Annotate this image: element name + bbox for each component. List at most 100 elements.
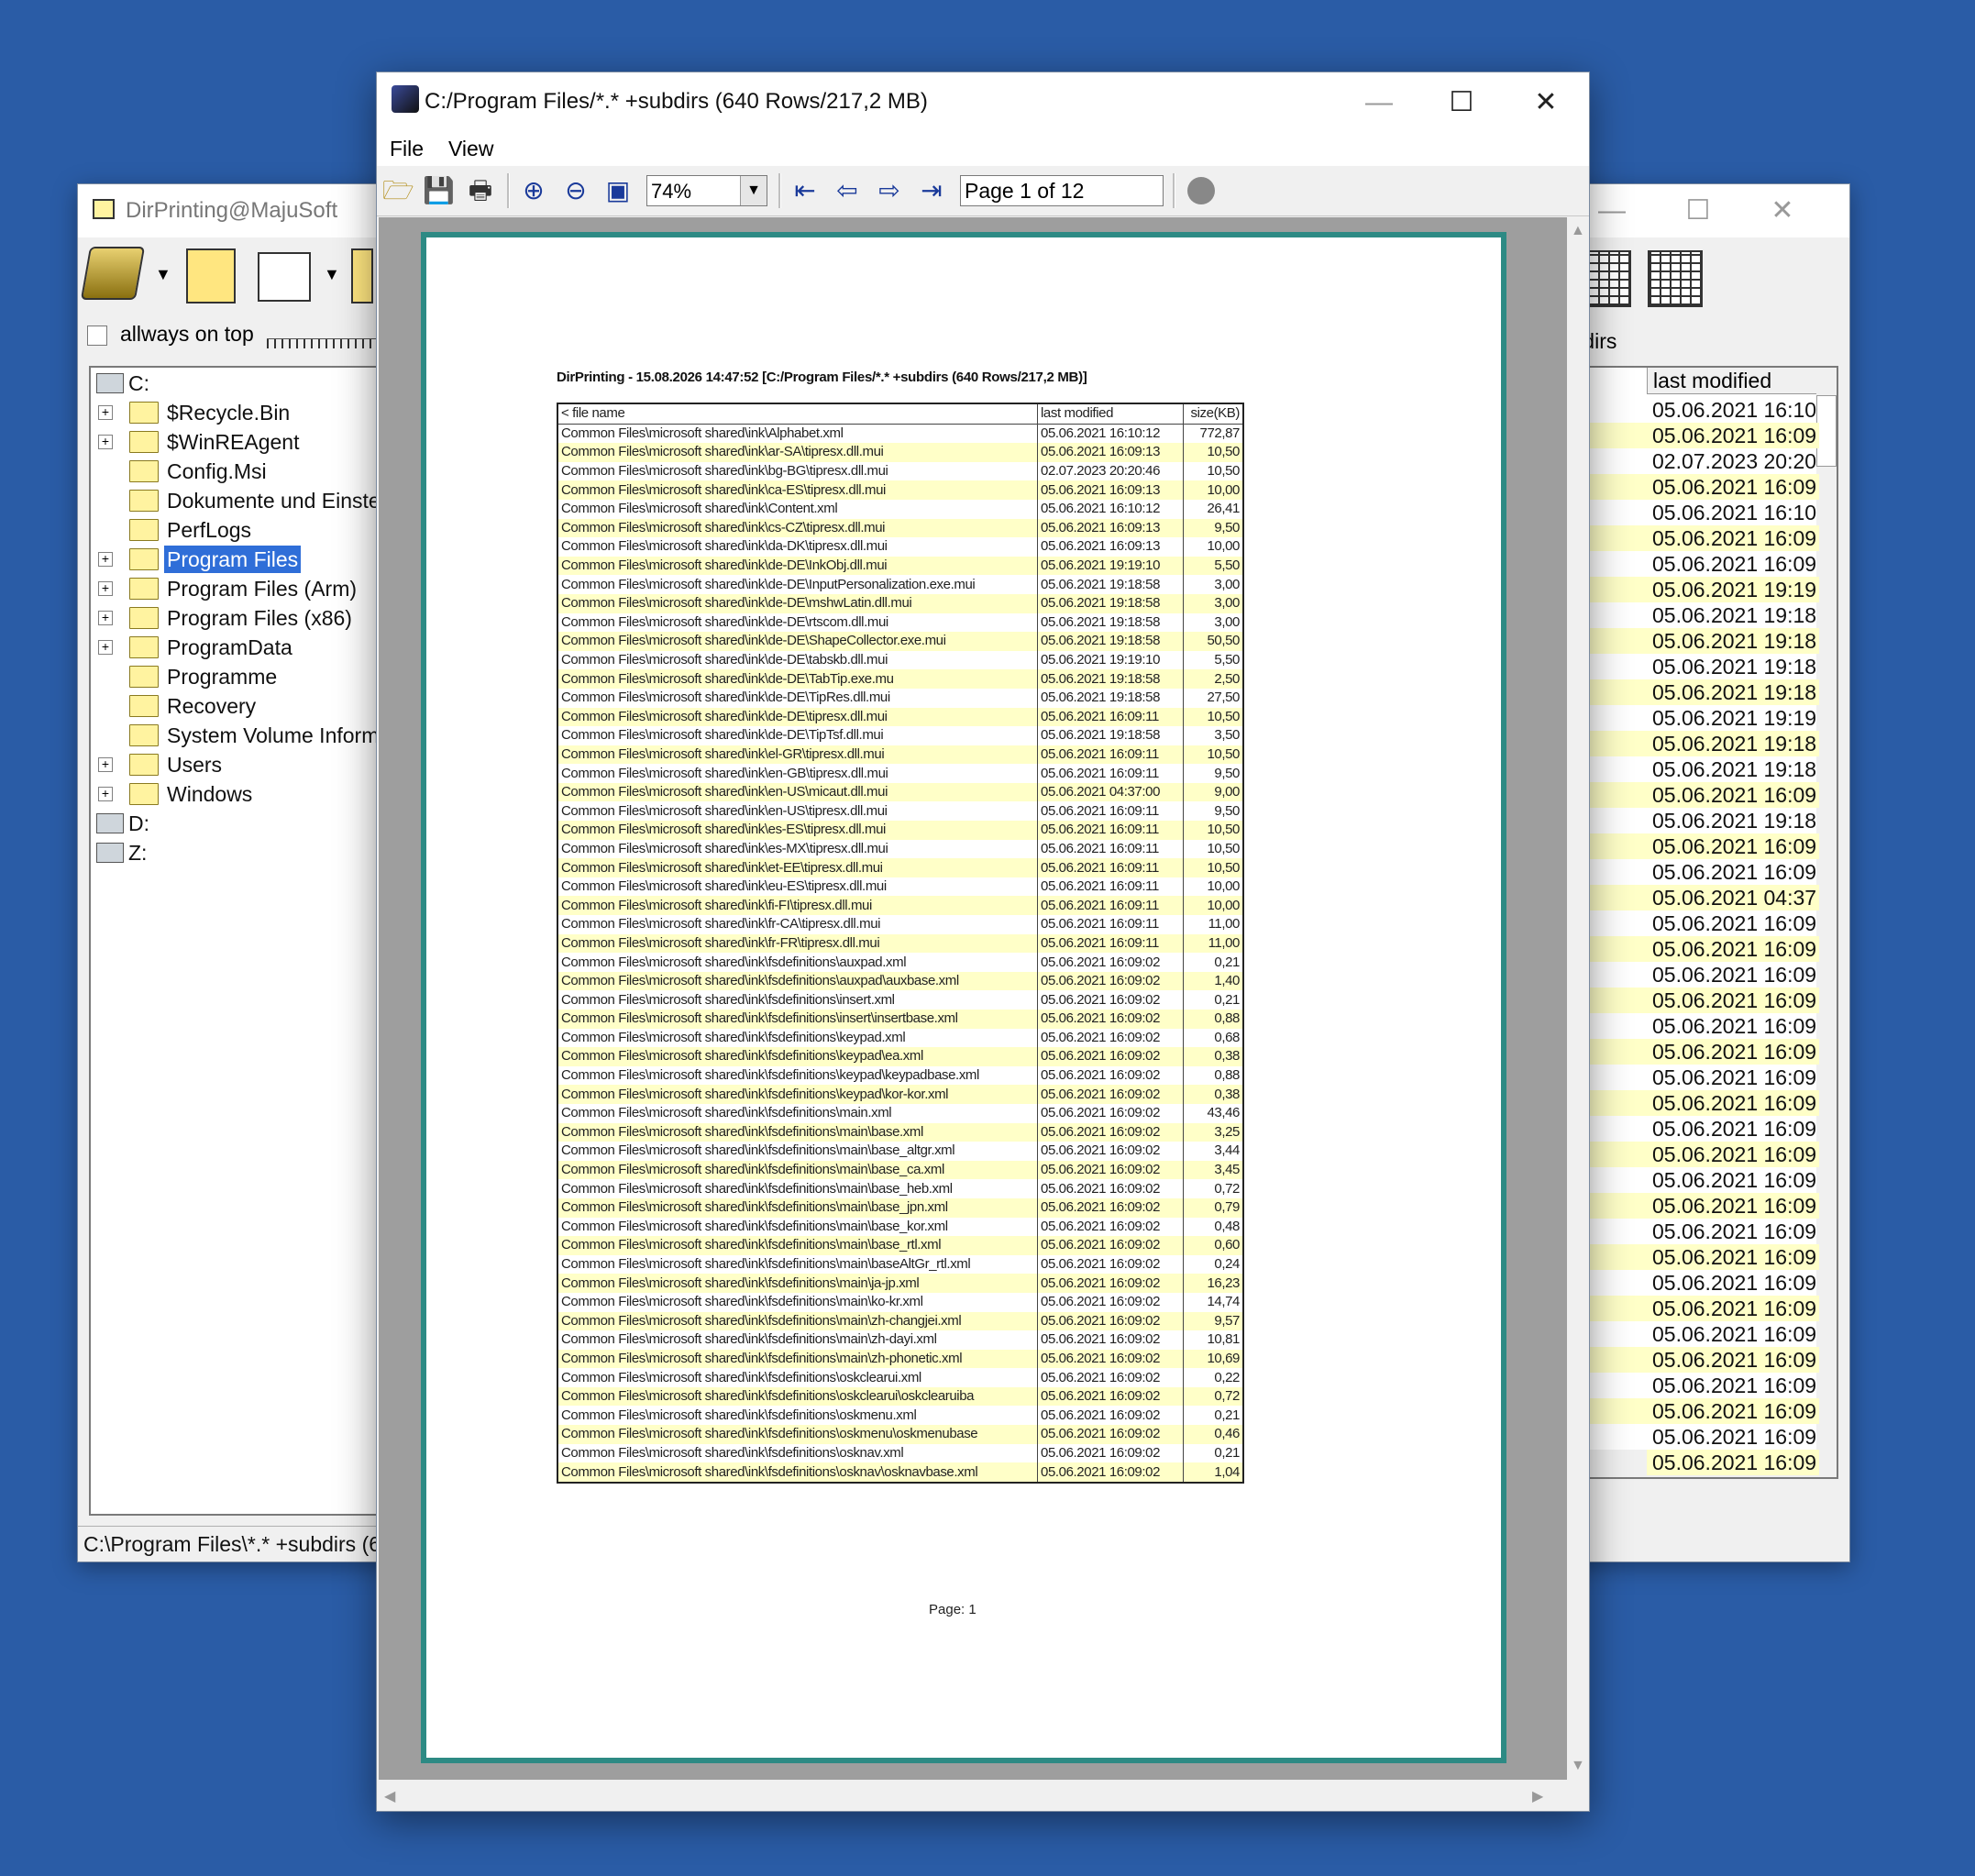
menu-file[interactable]: File	[390, 137, 424, 161]
expand-icon[interactable]: +	[98, 581, 113, 596]
list-item[interactable]: 05.06.2021 16:09	[1647, 1039, 1819, 1065]
list-item[interactable]: 05.06.2021 19:18	[1647, 628, 1819, 654]
expand-icon[interactable]: +	[98, 640, 113, 655]
previous-page-icon[interactable]: ⇦	[832, 175, 863, 206]
grid-fine-view-icon[interactable]	[1648, 250, 1703, 307]
list-item[interactable]: 05.06.2021 19:19	[1647, 577, 1819, 602]
maximize-button[interactable]: ☐	[1657, 184, 1739, 237]
expand-icon[interactable]: +	[98, 552, 113, 567]
list-item[interactable]: 05.06.2021 16:09	[1647, 551, 1819, 577]
close-button[interactable]: ✕	[1505, 76, 1587, 129]
cell-last-modified: 05.06.2021 16:09:11	[1037, 933, 1184, 954]
list-item[interactable]: 05.06.2021 16:09	[1647, 474, 1819, 500]
layout-icon[interactable]	[258, 252, 311, 302]
list-item[interactable]: 05.06.2021 16:09	[1647, 1013, 1819, 1039]
chevron-down-icon[interactable]: ▼	[740, 176, 767, 205]
table-row: Common Files\microsoft shared\ink\de-DE\…	[557, 593, 1243, 613]
list-item[interactable]: 05.06.2021 16:09	[1647, 1065, 1819, 1090]
minimize-button[interactable]: —	[1338, 76, 1420, 129]
list-item[interactable]: 02.07.2023 20:20	[1647, 448, 1819, 474]
list-item[interactable]: 05.06.2021 19:18	[1647, 808, 1819, 833]
list-item[interactable]: 05.06.2021 16:09	[1647, 910, 1819, 936]
last-page-icon[interactable]: ⇥	[916, 175, 947, 206]
expand-icon[interactable]: +	[98, 611, 113, 625]
printer-icon[interactable]	[80, 247, 146, 300]
zoom-select[interactable]: 74% ▼	[646, 175, 767, 206]
dropdown-arrow-icon[interactable]: ▼	[155, 265, 171, 284]
list-item[interactable]: 05.06.2021 16:10	[1647, 397, 1819, 423]
edit-list-icon[interactable]	[186, 248, 236, 303]
preview-horizontal-scrollbar[interactable]: ◀ ▶	[377, 1780, 1589, 1811]
list-item[interactable]: 05.06.2021 16:09	[1647, 782, 1819, 808]
list-item[interactable]: 05.06.2021 16:09	[1647, 1347, 1819, 1373]
zoom-out-icon[interactable]: ⊖	[560, 175, 591, 206]
list-item[interactable]: 05.06.2021 16:09	[1647, 833, 1819, 859]
cell-file-name: Common Files\microsoft shared\ink\fsdefi…	[557, 1010, 1038, 1029]
expand-icon[interactable]: +	[98, 787, 113, 801]
save-icon[interactable]: 💾	[423, 175, 455, 206]
vertical-scrollbar[interactable]	[1816, 368, 1837, 1477]
list-item[interactable]: 05.06.2021 16:09	[1647, 1321, 1819, 1347]
list-item[interactable]: 05.06.2021 16:09	[1647, 1167, 1819, 1193]
list-item[interactable]: 05.06.2021 16:09	[1647, 423, 1819, 448]
preview-viewport[interactable]: DirPrinting - 15.08.2026 14:47:52 [C:/Pr…	[379, 217, 1567, 1780]
list-item[interactable]: 05.06.2021 19:18	[1647, 756, 1819, 782]
list-item[interactable]: 05.06.2021 16:09	[1647, 1373, 1819, 1398]
cell-file-name: Common Files\microsoft shared\ink\fsdefi…	[557, 1122, 1038, 1142]
expand-icon[interactable]: +	[98, 435, 113, 449]
list-item[interactable]: 05.06.2021 19:18	[1647, 679, 1819, 705]
maximize-button[interactable]: ☐	[1420, 76, 1503, 129]
list-item[interactable]: 05.06.2021 19:19	[1647, 705, 1819, 731]
expand-icon[interactable]: +	[98, 405, 113, 420]
list-item[interactable]: 05.06.2021 16:09	[1647, 1244, 1819, 1270]
list-item[interactable]: 05.06.2021 16:09	[1647, 1219, 1819, 1244]
list-item[interactable]: 05.06.2021 16:09	[1647, 1142, 1819, 1167]
column-header-last-modified[interactable]: last modified	[1647, 368, 1820, 394]
next-page-icon[interactable]: ⇨	[874, 175, 905, 206]
open-folder-icon[interactable]: 🗁	[382, 175, 414, 206]
list-item[interactable]: 05.06.2021 16:09	[1647, 1398, 1819, 1424]
list-item[interactable]: 05.06.2021 16:09	[1647, 936, 1819, 962]
first-page-icon[interactable]: ⇤	[789, 175, 821, 206]
page-icon[interactable]	[351, 248, 373, 303]
menu-view[interactable]: View	[448, 137, 493, 161]
list-item[interactable]: 05.06.2021 04:37	[1647, 885, 1819, 910]
list-item[interactable]: 05.06.2021 16:09	[1647, 859, 1819, 885]
list-item[interactable]: 05.06.2021 16:09	[1647, 1116, 1819, 1142]
table-row: Common Files\microsoft shared\ink\ar-SA\…	[557, 443, 1243, 462]
toolbar-separator	[1173, 173, 1175, 208]
always-on-top-checkbox[interactable]	[87, 326, 107, 346]
cell-size: 5,50	[1183, 556, 1243, 576]
list-item[interactable]: 05.06.2021 16:09	[1647, 1090, 1819, 1116]
list-item[interactable]: 05.06.2021 16:09	[1647, 1296, 1819, 1321]
fit-page-icon[interactable]: ▣	[602, 175, 634, 206]
stop-icon[interactable]	[1187, 177, 1215, 204]
close-button[interactable]: ✕	[1741, 184, 1824, 237]
list-item[interactable]: 05.06.2021 19:18	[1647, 731, 1819, 756]
list-item[interactable]: 05.06.2021 16:10	[1647, 500, 1819, 525]
list-item[interactable]: 05.06.2021 19:18	[1647, 654, 1819, 679]
preview-vertical-scrollbar[interactable]: ▲ ▼	[1567, 217, 1589, 1780]
scroll-left-arrow-icon[interactable]: ◀	[384, 1787, 395, 1805]
list-item[interactable]: 05.06.2021 16:09	[1647, 1270, 1819, 1296]
cell-file-name: Common Files\microsoft shared\ink\ca-ES\…	[557, 480, 1038, 500]
scroll-down-arrow-icon[interactable]: ▼	[1571, 1758, 1585, 1774]
list-item[interactable]: 05.06.2021 16:09	[1647, 1193, 1819, 1219]
cell-last-modified: 05.06.2021 16:09:11	[1037, 858, 1184, 877]
list-item[interactable]: 05.06.2021 16:09	[1647, 1450, 1819, 1475]
scroll-up-arrow-icon[interactable]: ▲	[1571, 223, 1585, 239]
scroll-right-arrow-icon[interactable]: ▶	[1532, 1787, 1543, 1805]
list-item[interactable]: 05.06.2021 16:09	[1647, 1424, 1819, 1450]
list-item[interactable]: 05.06.2021 16:09	[1647, 988, 1819, 1013]
dropdown-arrow-icon[interactable]: ▼	[324, 265, 340, 284]
list-item[interactable]: 05.06.2021 16:09	[1647, 962, 1819, 988]
page-indicator[interactable]: Page 1 of 12	[960, 175, 1164, 206]
list-item[interactable]: 05.06.2021 19:18	[1647, 602, 1819, 628]
expand-icon[interactable]: +	[98, 757, 113, 772]
zoom-in-icon[interactable]: ⊕	[518, 175, 549, 206]
cell-last-modified: 05.06.2021 16:09:02	[1037, 971, 1184, 991]
list-item[interactable]: 05.06.2021 16:09	[1647, 525, 1819, 551]
scroll-thumb[interactable]	[1816, 395, 1837, 467]
table-row: Common Files\microsoft shared\ink\es-MX\…	[557, 839, 1243, 859]
print-icon[interactable]: 🖶	[465, 175, 496, 206]
